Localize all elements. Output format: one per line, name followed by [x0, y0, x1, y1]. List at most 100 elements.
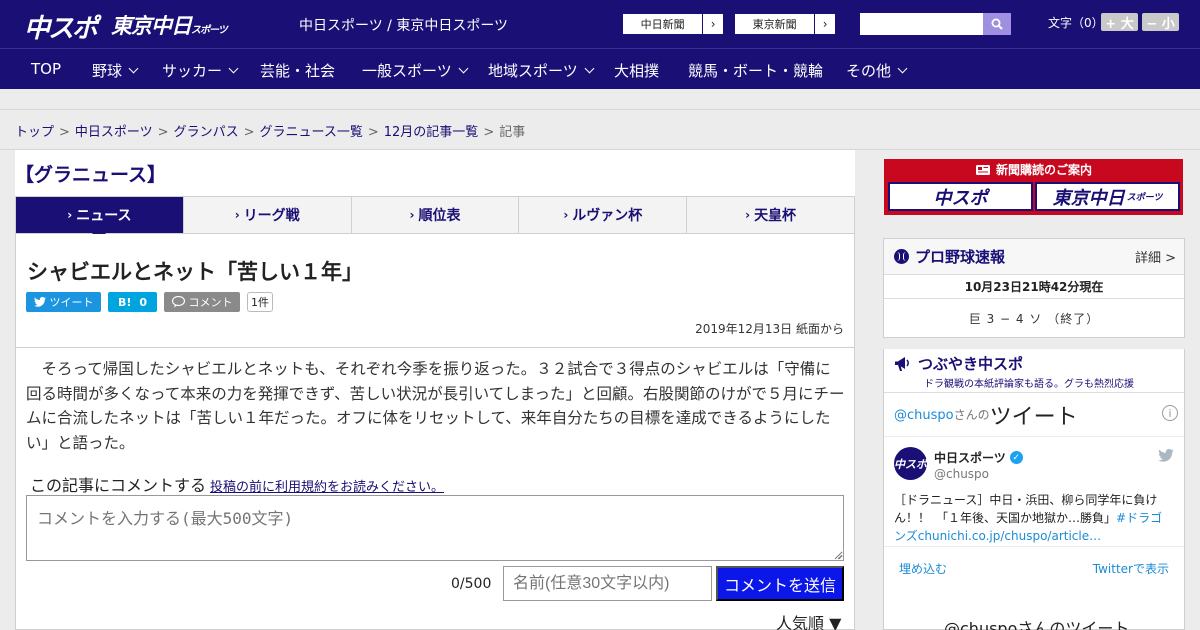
- tab-label: 順位表: [418, 208, 461, 224]
- tab-emperors-cup[interactable]: › 天皇杯: [687, 197, 854, 233]
- nav-item-general-sports[interactable]: 一般スポーツ: [362, 60, 469, 81]
- author-name: 中日スポーツ: [934, 451, 1006, 465]
- chevron-down-icon: [897, 63, 908, 74]
- search-input[interactable]: [860, 13, 983, 35]
- baseball-panel-header: プロ野球速報 詳細 >: [884, 239, 1184, 275]
- nav-label: 芸能・社会: [260, 62, 336, 80]
- breadcrumb: トップ > 中日スポーツ > グランパス > グラニュース一覧 >12月の記事一覧 > 記事: [15, 121, 525, 140]
- view-on-twitter-link[interactable]: Twitterで表示: [1093, 560, 1169, 577]
- nav-label: TOP: [31, 60, 62, 78]
- nav-label: 一般スポーツ: [362, 62, 452, 80]
- tab-league[interactable]: › リーグ戦: [184, 197, 352, 233]
- tweet-label: ツイート: [49, 296, 94, 309]
- sort-select[interactable]: 人気順 ▼: [776, 610, 841, 630]
- search-icon: [991, 18, 1003, 30]
- chevron-down-icon: [128, 63, 139, 74]
- timeline-heading: ツイート: [989, 404, 1078, 430]
- tweet-button[interactable]: ツイート: [26, 292, 101, 312]
- nav-label: 競馬・ボート・競輪: [688, 62, 824, 80]
- nav-item-racing[interactable]: 競馬・ボート・競輪: [688, 60, 823, 81]
- tsubuyaki-header: つぶやき中スポ ドラ観戦の本紙評論家も語る。グラも熱烈応援: [884, 349, 1184, 393]
- subscribe-chuspo-button[interactable]: 中スポ: [888, 182, 1033, 211]
- article-date: 2019年12月13日 紙面から: [695, 322, 844, 336]
- chevron-right-icon: ›: [814, 14, 835, 34]
- comment-label: コメント: [188, 296, 233, 309]
- handle-suffix: さんの: [953, 408, 990, 422]
- newspaper-icon: [975, 164, 990, 175]
- nav-item-top[interactable]: TOP: [31, 60, 61, 78]
- tab-label: 天皇杯: [754, 208, 797, 224]
- breadcrumb-link[interactable]: 中日スポーツ: [75, 125, 153, 140]
- info-icon[interactable]: i: [1162, 405, 1178, 421]
- chevron-right-icon: ›: [563, 208, 569, 222]
- char-count: 0/500: [451, 576, 492, 592]
- megaphone-icon: [895, 356, 909, 371]
- twitter-timeline-header: @chuspoさんの ツイート i: [884, 393, 1184, 437]
- tab-standings[interactable]: › 順位表: [352, 197, 520, 233]
- tab-levain-cup[interactable]: › ルヴァン杯: [519, 197, 688, 233]
- tweet-link[interactable]: chunichi.co.jp/chuspo/article…: [918, 529, 1101, 543]
- twitter-bird-icon: [33, 297, 46, 307]
- tab-news[interactable]: › ニュース: [16, 197, 184, 240]
- font-size-label: 文字（0）: [1048, 16, 1104, 30]
- baseball-scores-panel: プロ野球速報 詳細 > 10月23日21時42分現在 巨 3 − 4 ソ （終了…: [883, 238, 1185, 338]
- breadcrumb-link[interactable]: 12月の記事一覧: [384, 125, 479, 140]
- terms-link[interactable]: 投稿の前に利用規約をお読みください。: [210, 480, 444, 495]
- nav-label: 野球: [92, 62, 123, 80]
- chuspo-logo[interactable]: 中スポ: [24, 8, 98, 45]
- submit-comment-button[interactable]: コメントを送信: [716, 566, 844, 601]
- tsubuyaki-subtitle: ドラ観戦の本紙評論家も語る。グラも熱烈応援: [924, 379, 1134, 390]
- next-timeline-heading: @chuspoさんのツイート: [944, 619, 1130, 630]
- hatena-icon: B!: [117, 295, 132, 309]
- ad-btn-small: スポーツ: [1126, 193, 1163, 203]
- breadcrumb-current: 記事: [499, 125, 526, 140]
- tweet-item[interactable]: 中スポ 中日スポーツ ✓ @chuspo ［ドラニュース］中日・浜田、柳ら同学年に…: [884, 437, 1184, 547]
- hatena-bookmark-button[interactable]: B! 0: [108, 292, 157, 312]
- tab-label: ルヴァン杯: [572, 208, 643, 224]
- tokyo-shimbun-link[interactable]: 東京新聞 ›: [734, 13, 836, 35]
- twitter-panel: つぶやき中スポ ドラ観戦の本紙評論家も語る。グラも熱烈応援 @chuspoさんの…: [883, 349, 1185, 630]
- breadcrumb-link[interactable]: グラニュース一覧: [260, 125, 363, 140]
- nav-item-entertainment[interactable]: 芸能・社会: [260, 60, 335, 81]
- font-size-increase-button[interactable]: + 大: [1101, 13, 1138, 32]
- name-input[interactable]: [503, 566, 712, 601]
- paper-link-label: 東京新聞: [752, 18, 797, 31]
- tokyo-chunichi-logo[interactable]: 東京中日スポーツ: [111, 10, 228, 40]
- tab-label: ニュース: [76, 208, 132, 224]
- twitter-footer: 埋め込む Twitterで表示: [884, 547, 1184, 589]
- comment-count: 1件: [247, 292, 273, 312]
- nav-item-local-sports[interactable]: 地域スポーツ: [488, 60, 595, 81]
- tab-label: リーグ戦: [243, 208, 300, 224]
- breadcrumb-link[interactable]: グランパス: [174, 125, 239, 140]
- resize-handle-icon[interactable]: [834, 551, 843, 560]
- chunichi-shimbun-link[interactable]: 中日新聞 ›: [622, 13, 724, 35]
- twitter-handle-link[interactable]: @chuspoさんの: [894, 406, 990, 423]
- chevron-right-icon: ›: [409, 208, 415, 222]
- chevron-right-icon: ›: [67, 208, 73, 222]
- article-body: そろって帰国したシャビエルとネットも、それぞれ今季を振り返った。３２試合で３得点…: [26, 360, 845, 452]
- avatar[interactable]: 中スポ: [894, 447, 927, 480]
- tokyo-logo-text: 東京中日: [111, 14, 192, 38]
- nav-item-soccer[interactable]: サッカー: [162, 60, 239, 81]
- baseball-detail-link[interactable]: 詳細 >: [1135, 247, 1176, 266]
- chevron-down-icon: [458, 63, 469, 74]
- chevron-down-icon: [584, 63, 595, 74]
- comment-textarea[interactable]: [26, 495, 844, 561]
- nav-item-sumo[interactable]: 大相撲: [614, 60, 659, 81]
- comment-button[interactable]: コメント: [164, 292, 240, 312]
- top-header-bar: 中スポ 東京中日スポーツ 中日スポーツ / 東京中日スポーツ 中日新聞 › 東京…: [0, 0, 1200, 48]
- breadcrumb-link[interactable]: トップ: [15, 125, 54, 140]
- sub-nav-strip: [0, 89, 1200, 110]
- nav-item-other[interactable]: その他: [846, 60, 908, 81]
- score-timestamp: 10月23日21時42分現在: [884, 275, 1184, 299]
- subscribe-tokyo-chunichi-button[interactable]: 東京中日 スポーツ: [1035, 182, 1180, 211]
- category-tabs: › ニュース › リーグ戦 › 順位表 › ルヴァン杯 › 天皇杯: [15, 196, 855, 240]
- font-size-decrease-button[interactable]: − 小: [1142, 13, 1179, 32]
- embed-link[interactable]: 埋め込む: [899, 560, 947, 577]
- search-button[interactable]: [983, 13, 1011, 35]
- score-line[interactable]: 巨 3 − 4 ソ （終了）: [884, 299, 1184, 337]
- nav-item-baseball[interactable]: 野球: [92, 60, 139, 81]
- breadcrumb-separator: >: [367, 125, 379, 140]
- twitter-bird-icon[interactable]: [1158, 449, 1174, 462]
- breadcrumb-separator: >: [243, 125, 255, 140]
